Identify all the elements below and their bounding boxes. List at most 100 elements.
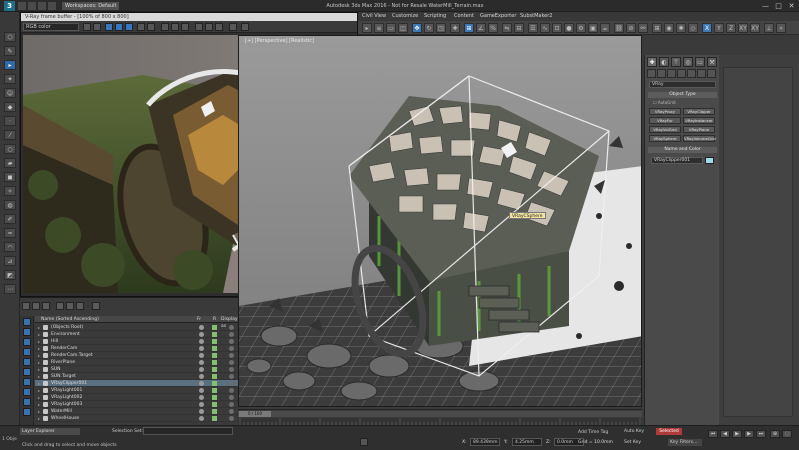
- lock-selection-icon[interactable]: [360, 438, 368, 446]
- renderable-toggle-icon[interactable]: [212, 402, 217, 407]
- expand-toggle-icon[interactable]: ▸: [38, 394, 42, 401]
- display-as-toggle-icon[interactable]: [229, 346, 234, 351]
- edge-icon[interactable]: ⁄: [4, 130, 16, 140]
- expand-toggle-icon[interactable]: ▸: [38, 345, 42, 352]
- clear-image-icon[interactable]: [93, 23, 101, 31]
- motion-tab-icon[interactable]: ◎: [683, 57, 693, 67]
- relax-icon[interactable]: ≈: [4, 228, 16, 238]
- border-icon[interactable]: ○: [4, 144, 16, 154]
- curve-editor-icon[interactable]: ∿: [540, 23, 550, 33]
- graphite-icon[interactable]: ✧: [4, 186, 16, 196]
- layer-explorer-dropdown[interactable]: Layer Explorer: [20, 428, 80, 435]
- save-file-icon[interactable]: [38, 2, 46, 10]
- soft-select-icon[interactable]: ◍: [4, 200, 16, 210]
- menu-customize[interactable]: Customize: [392, 13, 418, 20]
- x-coordinate-field[interactable]: 89.439mm: [470, 438, 500, 446]
- select-move-icon[interactable]: ✥: [412, 23, 422, 33]
- next-frame-icon[interactable]: ▶: [744, 430, 754, 438]
- render-icon[interactable]: ☕: [600, 23, 610, 33]
- display-none-icon[interactable]: [22, 302, 30, 310]
- freeze-toggle-icon[interactable]: [199, 395, 204, 400]
- freeform-tool-icon[interactable]: ✎: [4, 46, 16, 56]
- renderable-toggle-icon[interactable]: [212, 325, 217, 330]
- renderable-toggle-icon[interactable]: [212, 388, 217, 393]
- renderable-toggle-icon[interactable]: [212, 409, 217, 414]
- hierarchy-tab-icon[interactable]: ⊤: [671, 57, 681, 67]
- populate-icon[interactable]: ☺: [4, 88, 16, 98]
- viewport-layout-icon[interactable]: ⊞: [652, 23, 662, 33]
- layer-view-icon[interactable]: [76, 302, 84, 310]
- select-object-icon[interactable]: ▸: [362, 23, 372, 33]
- maximize-button[interactable]: □: [773, 1, 784, 11]
- material-editor-icon[interactable]: ●: [564, 23, 574, 33]
- freeze-toggle-icon[interactable]: [199, 353, 204, 358]
- render-frame-icon[interactable]: ▣: [588, 23, 598, 33]
- menu-substmaker[interactable]: SubstMaker2: [520, 13, 553, 20]
- expand-toggle-icon[interactable]: ▸: [38, 324, 42, 331]
- zoom-extents-icon[interactable]: ⊕: [770, 430, 780, 438]
- helper-icon[interactable]: ◇: [688, 23, 698, 33]
- region-render-icon[interactable]: [161, 23, 169, 31]
- selection-tool-icon[interactable]: ▸: [4, 60, 16, 70]
- renderable-toggle-icon[interactable]: [212, 346, 217, 351]
- table-row[interactable]: ▸ RiverPlane: [35, 359, 238, 366]
- display-as-toggle-icon[interactable]: [229, 367, 234, 372]
- color-correction-icon[interactable]: [205, 23, 213, 31]
- display-as-toggle-icon[interactable]: [229, 416, 234, 421]
- vrayvolgrid-button[interactable]: VRayVolGrid: [649, 126, 681, 133]
- camera-icon[interactable]: ◉: [664, 23, 674, 33]
- geometry-icon[interactable]: [647, 69, 656, 78]
- menu-scripting[interactable]: Scripting: [424, 13, 446, 20]
- expand-toggle-icon[interactable]: ▸: [38, 401, 42, 408]
- column-render[interactable]: R: [213, 316, 216, 323]
- filter-xrefs-icon[interactable]: [23, 388, 31, 396]
- renderable-toggle-icon[interactable]: [212, 374, 217, 379]
- menu-content[interactable]: Content: [454, 13, 474, 20]
- go-to-start-icon[interactable]: ⏮: [708, 430, 718, 438]
- hierarchy-view-icon[interactable]: [66, 302, 74, 310]
- filter-geometry-icon[interactable]: [23, 318, 31, 326]
- close-button[interactable]: ✕: [786, 1, 797, 11]
- freeze-toggle-icon[interactable]: [199, 416, 204, 421]
- filter-bones-icon[interactable]: [23, 398, 31, 406]
- renderable-toggle-icon[interactable]: [212, 339, 217, 344]
- display-as-toggle-icon[interactable]: [229, 332, 234, 337]
- app-logo-icon[interactable]: 3: [4, 1, 15, 11]
- shapes-icon[interactable]: [657, 69, 666, 78]
- render-last-icon[interactable]: [195, 23, 203, 31]
- display-as-toggle-icon[interactable]: [229, 360, 234, 365]
- render-setup-icon[interactable]: ⚙: [576, 23, 586, 33]
- helpers-icon[interactable]: [687, 69, 696, 78]
- lens-effects-icon[interactable]: [215, 23, 223, 31]
- display-as-toggle-icon[interactable]: [229, 402, 234, 407]
- renderable-toggle-icon[interactable]: [212, 416, 217, 421]
- renderable-toggle-icon[interactable]: [212, 381, 217, 386]
- expand-toggle-icon[interactable]: ▸: [38, 380, 42, 387]
- utilities-tab-icon[interactable]: ⚒: [707, 57, 717, 67]
- vertex-icon[interactable]: ·: [4, 116, 16, 126]
- link-icon[interactable]: ⛓: [614, 23, 624, 33]
- workspace-selector[interactable]: Workspaces: Default: [62, 2, 120, 10]
- chamfer-icon[interactable]: ◩: [4, 270, 16, 280]
- renderable-toggle-icon[interactable]: [212, 353, 217, 358]
- category-dropdown[interactable]: VRay: [649, 81, 716, 88]
- table-row[interactable]: ▸ WaterMill: [35, 408, 238, 415]
- align-icon[interactable]: ⊟: [514, 23, 524, 33]
- vrayplane-button[interactable]: VRayPlane: [683, 126, 715, 133]
- constraints-icon[interactable]: ⟂: [764, 23, 774, 33]
- autogrid-checkbox[interactable]: ☐ AutoGrid: [653, 100, 676, 106]
- new-file-icon[interactable]: [18, 2, 26, 10]
- expand-toggle-icon[interactable]: ▸: [38, 338, 42, 345]
- add-time-tag[interactable]: Add Time Tag: [578, 429, 608, 436]
- display-as-toggle-icon[interactable]: [229, 325, 234, 330]
- freeze-toggle-icon[interactable]: [199, 388, 204, 393]
- freeze-toggle-icon[interactable]: [199, 332, 204, 337]
- alpha-channel-icon[interactable]: [137, 23, 145, 31]
- link-to-3dsmax-icon[interactable]: [181, 23, 189, 31]
- channel-dropdown[interactable]: RGB color: [23, 23, 79, 31]
- lights-icon[interactable]: [667, 69, 676, 78]
- freeze-toggle-icon[interactable]: [199, 381, 204, 386]
- vrayfur-button[interactable]: VRayFur: [649, 117, 681, 124]
- display-as-toggle-icon[interactable]: [229, 353, 234, 358]
- smooth-icon[interactable]: ◠: [4, 242, 16, 252]
